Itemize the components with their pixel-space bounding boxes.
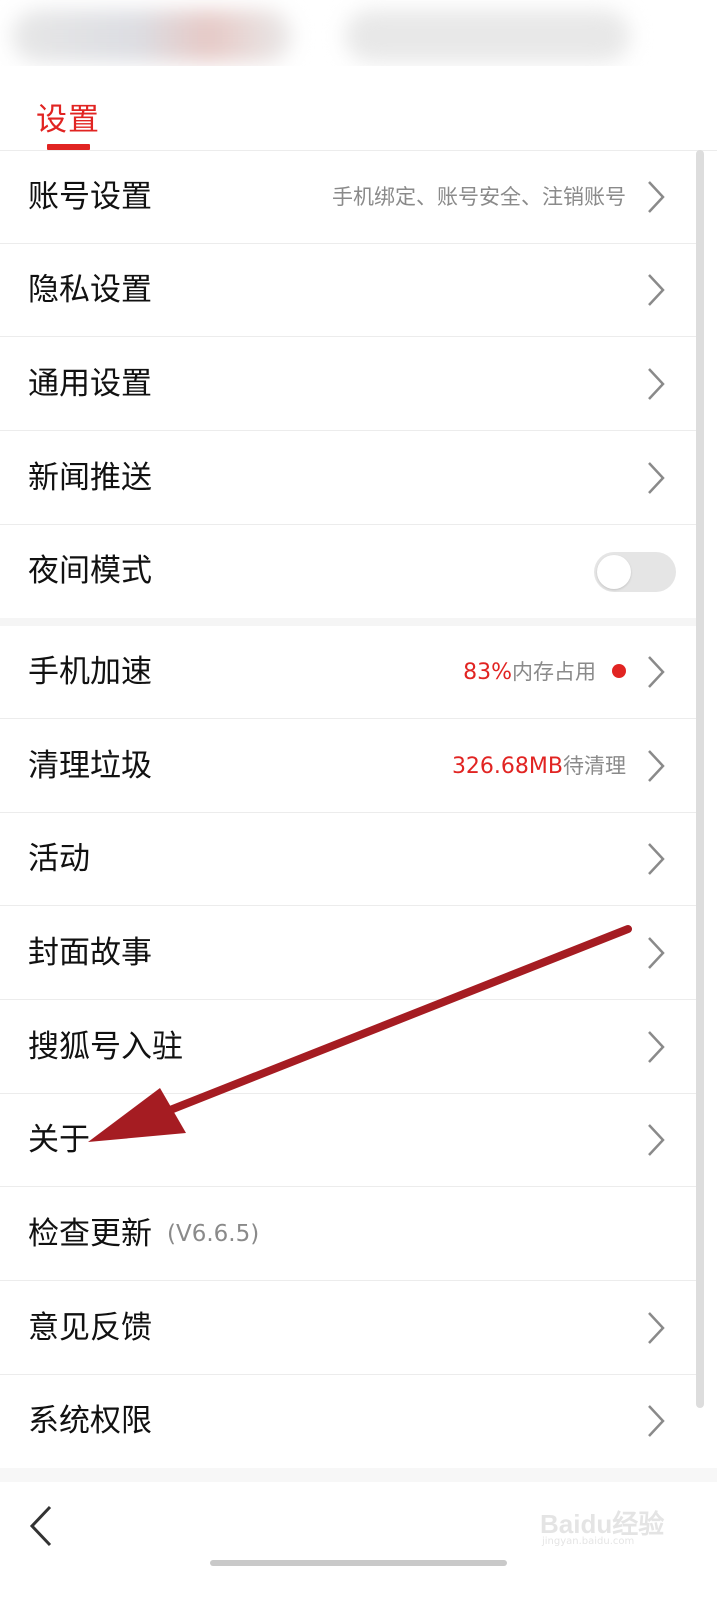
chevron-right-icon	[648, 843, 665, 875]
row-label: 意见反馈	[28, 1310, 152, 1346]
blurred-region-left	[12, 10, 292, 62]
settings-row-sohu-account[interactable]: 搜狐号入驻	[0, 1001, 696, 1094]
chevron-right-icon	[648, 274, 665, 306]
group-divider	[0, 618, 696, 626]
settings-row-feedback[interactable]: 意见反馈	[0, 1282, 696, 1375]
settings-row-about[interactable]: 关于	[0, 1094, 696, 1187]
bottom-divider	[0, 1468, 717, 1482]
row-label: 搜狐号入驻	[28, 1029, 183, 1065]
settings-row-activity[interactable]: 活动	[0, 813, 696, 906]
settings-row-cover-story[interactable]: 封面故事	[0, 907, 696, 1000]
row-detail: 手机绑定、账号安全、注销账号	[332, 185, 626, 209]
toggle-knob	[597, 555, 631, 589]
blurred-header	[0, 0, 717, 66]
settings-row-check-update[interactable]: 检查更新 (V6.6.5)	[0, 1188, 696, 1281]
settings-row-general[interactable]: 通用设置	[0, 338, 696, 431]
settings-row-privacy[interactable]: 隐私设置	[0, 244, 696, 337]
junk-size: 326.68MB	[451, 754, 563, 779]
row-detail: 326.68MB待清理	[452, 720, 626, 813]
row-label: 关于	[28, 1122, 90, 1158]
night-mode-toggle[interactable]	[594, 552, 676, 592]
row-label: 手机加速	[28, 654, 152, 690]
watermark-sub: jingyan.baidu.com	[542, 1536, 635, 1547]
row-label: 封面故事	[28, 935, 152, 971]
row-label: 夜间模式	[28, 553, 152, 589]
tab-bar: 设置	[0, 66, 717, 150]
row-label: 新闻推送	[28, 460, 152, 496]
tab-settings[interactable]: 设置	[36, 94, 100, 139]
chevron-right-icon	[648, 1312, 665, 1344]
settings-row-night-mode: 夜间模式	[0, 525, 696, 618]
chevron-right-icon	[648, 656, 665, 688]
chevron-right-icon	[648, 462, 665, 494]
scrollbar[interactable]	[696, 150, 704, 1408]
memory-label: 内存占用	[512, 660, 596, 684]
version-text: (V6.6.5)	[167, 1221, 260, 1247]
settings-row-system-permissions[interactable]: 系统权限	[0, 1375, 696, 1468]
chevron-right-icon	[648, 937, 665, 969]
row-label: 检查更新	[28, 1216, 152, 1252]
settings-row-account[interactable]: 账号设置 手机绑定、账号安全、注销账号	[0, 151, 696, 244]
watermark-logo: Baidu经验 jingyan.baidu.com	[540, 1492, 690, 1547]
chevron-right-icon	[648, 1124, 665, 1156]
junk-label: 待清理	[563, 754, 626, 778]
home-indicator[interactable]	[210, 1560, 507, 1566]
row-label: 隐私设置	[28, 272, 152, 308]
chevron-right-icon	[648, 1405, 665, 1437]
settings-row-phone-boost[interactable]: 手机加速 83%内存占用	[0, 626, 696, 719]
settings-row-clean-junk[interactable]: 清理垃圾 326.68MB待清理	[0, 720, 696, 813]
chevron-right-icon	[648, 1031, 665, 1063]
row-label: 活动	[28, 841, 90, 877]
row-label: 账号设置	[28, 179, 152, 215]
memory-percent: 83%	[463, 660, 512, 685]
bottom-bar: Baidu经验 jingyan.baidu.com	[0, 1482, 717, 1600]
back-arrow-icon[interactable]	[26, 1504, 56, 1548]
settings-row-news-push[interactable]: 新闻推送	[0, 432, 696, 525]
row-label: 清理垃圾	[28, 748, 152, 784]
red-dot-badge	[612, 664, 626, 678]
row-detail: 83%内存占用	[463, 626, 626, 719]
row-label: 系统权限	[28, 1403, 152, 1439]
row-label: 通用设置	[28, 366, 152, 402]
blurred-region-right	[345, 10, 630, 62]
chevron-right-icon	[648, 181, 665, 213]
chevron-right-icon	[648, 750, 665, 782]
chevron-right-icon	[648, 368, 665, 400]
